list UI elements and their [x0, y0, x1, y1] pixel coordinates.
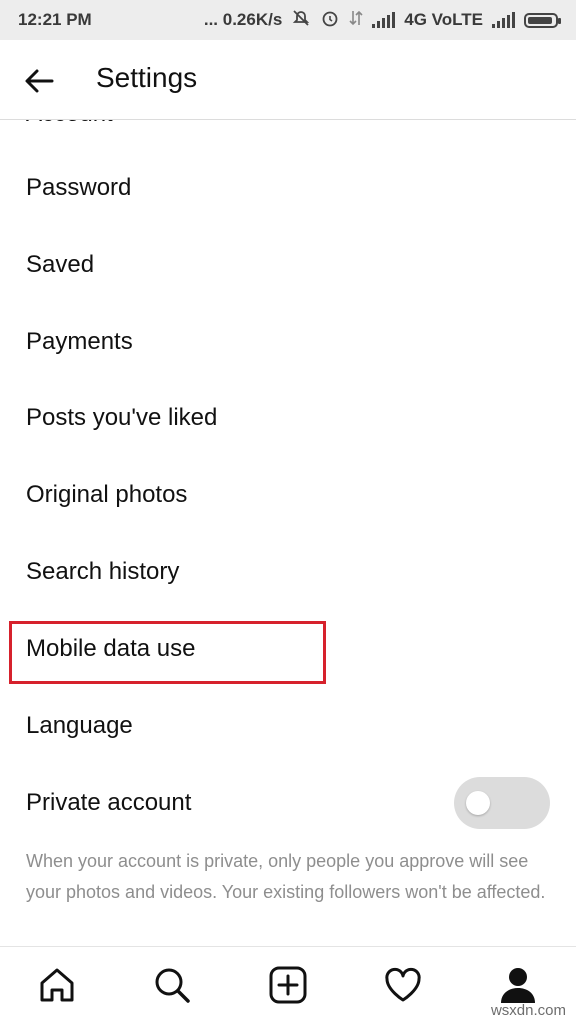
heart-icon: [385, 967, 421, 1002]
nav-search-button[interactable]: [150, 963, 194, 1007]
settings-item-posts-liked[interactable]: Posts you've liked: [26, 398, 217, 438]
back-button[interactable]: [22, 64, 56, 98]
home-icon: [40, 968, 74, 1002]
settings-item-original-photos[interactable]: Original photos: [26, 475, 187, 515]
nav-activity-button[interactable]: [381, 963, 425, 1007]
back-arrow-icon: [25, 69, 54, 93]
nav-add-button[interactable]: [266, 963, 310, 1007]
add-post-icon: [269, 966, 307, 1004]
settings-item-payments[interactable]: Payments: [26, 322, 133, 362]
network-speed: ... 0.26K/s: [203, 10, 283, 29]
watermark: wsxdn.com: [490, 1002, 566, 1019]
profile-icon: [501, 968, 535, 1003]
alarm-icon: [320, 8, 340, 33]
search-icon: [155, 968, 190, 1003]
network-type: 4G VoLTE: [404, 10, 483, 29]
settings-item-search-history[interactable]: Search history: [26, 552, 179, 592]
settings-item-language[interactable]: Language: [26, 706, 133, 746]
data-transfer-icon: [349, 9, 363, 32]
settings-item-private-account: Private account: [26, 789, 192, 816]
bottom-nav: wsxdn.com: [0, 946, 576, 1025]
private-account-toggle[interactable]: [454, 777, 550, 829]
signal-icon: [372, 12, 396, 28]
mute-icon: [291, 8, 311, 33]
status-time: 12:21 PM: [18, 10, 92, 29]
status-icons: ... 0.26K/s 4G VoLTE: [203, 8, 561, 33]
status-bar: 12:21 PM ... 0.26K/s 4G VoLTE: [0, 0, 576, 40]
page-title: Settings: [96, 62, 198, 93]
nav-profile-button[interactable]: [496, 963, 540, 1007]
toggle-knob: [466, 791, 490, 815]
settings-item-password[interactable]: Password: [26, 168, 131, 208]
settings-item-mobile-data-use[interactable]: Mobile data use: [26, 629, 195, 669]
private-account-description: When your account is private, only peopl…: [26, 851, 546, 902]
settings-header: Settings: [0, 40, 576, 120]
signal-2-icon: [492, 12, 515, 28]
settings-item-saved[interactable]: Saved: [26, 245, 94, 285]
nav-home-button[interactable]: [35, 963, 79, 1007]
battery-icon: [524, 12, 561, 28]
